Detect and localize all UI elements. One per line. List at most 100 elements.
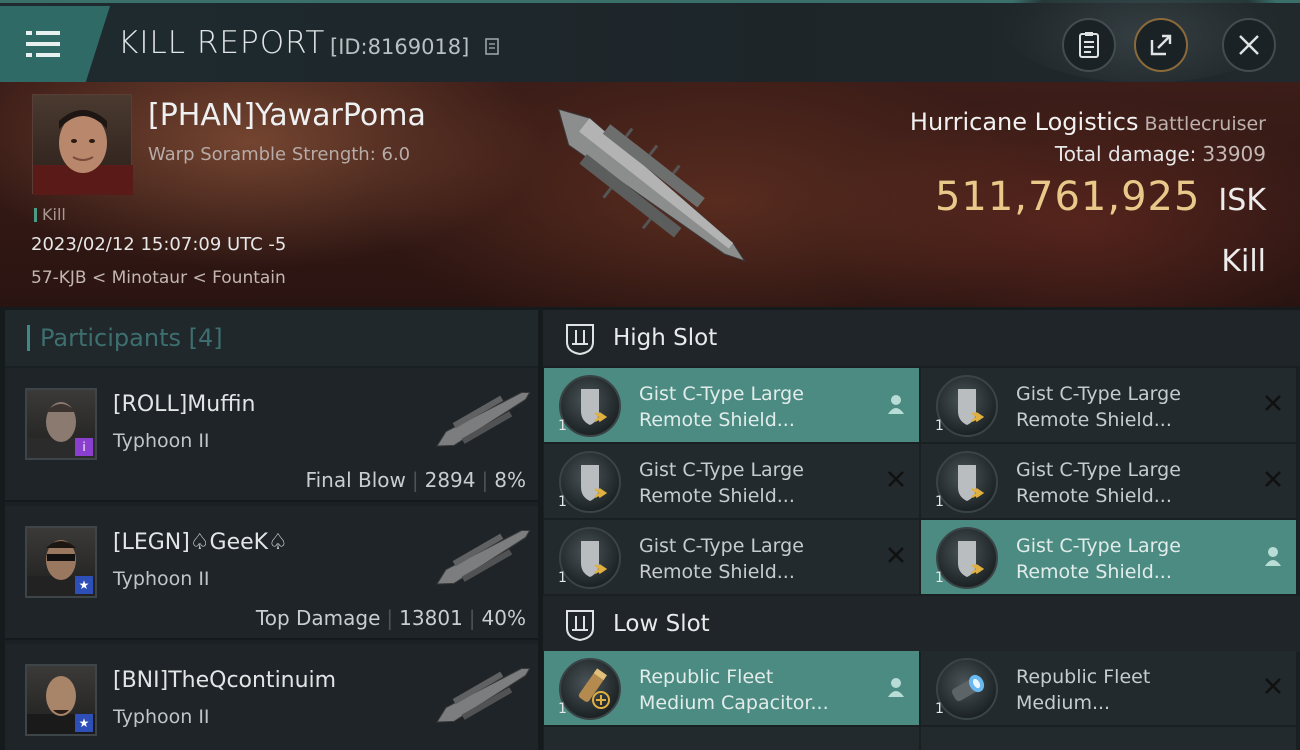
- copy-icon[interactable]: [484, 38, 500, 60]
- alliance-badge: i: [75, 438, 93, 456]
- total-damage-label: Total damage:: [1054, 142, 1197, 166]
- victim-avatar[interactable]: [32, 94, 133, 195]
- module-quantity: 1: [935, 418, 944, 434]
- participant-stats: Final Blow | 2894 | 8%: [305, 468, 526, 492]
- participant-ship-image: [436, 667, 531, 723]
- participant-ship: Typhoon II: [113, 430, 210, 452]
- dropped-user-icon: [888, 678, 904, 697]
- participant-name: [ROLL]Muffin: [113, 392, 256, 417]
- module-item[interactable]: [544, 727, 919, 750]
- participant-avatar: i: [25, 388, 97, 460]
- alliance-badge: ★: [75, 714, 93, 732]
- module-item[interactable]: 1 Gist C-Type Large Remote Shield...: [544, 368, 919, 442]
- share-button[interactable]: [1134, 18, 1188, 72]
- module-item[interactable]: 1 Gist C-Type Large Remote Shield...: [921, 520, 1296, 594]
- share-icon: [1150, 34, 1172, 56]
- clipboard-button[interactable]: [1062, 18, 1116, 72]
- participant-name: [BNI]TheQcontinuim: [113, 668, 337, 693]
- isk-value: 511,761,925 ISK: [935, 174, 1266, 220]
- destroyed-x-icon: [1265, 471, 1281, 487]
- module-item[interactable]: 1 Republic Fleet Medium Capacitor...: [544, 651, 919, 725]
- module-quantity: 1: [558, 570, 567, 586]
- shield-module-icon: [559, 451, 621, 513]
- high-slot-icon: [566, 324, 594, 356]
- participants-header: Participants [4]: [5, 310, 538, 366]
- low-slot-header: Low Slot: [543, 596, 1300, 652]
- victim-ship-image: [557, 108, 746, 262]
- close-button[interactable]: [1222, 18, 1276, 72]
- kill-location[interactable]: 57-KJB < Minotaur < Fountain: [31, 268, 286, 288]
- module-item[interactable]: [921, 727, 1296, 750]
- module-name: Gist C-Type Large Remote Shield...: [1016, 535, 1181, 583]
- module-name: Gist C-Type Large Remote Shield...: [639, 383, 804, 431]
- menu-icon: [26, 31, 60, 57]
- shield-module-icon: [936, 375, 998, 437]
- module-item[interactable]: 1 Gist C-Type Large Remote Shield...: [921, 368, 1296, 442]
- isk-amount: 511,761,925: [934, 174, 1201, 220]
- clipboard-icon: [1079, 32, 1099, 58]
- header-bar: KILL REPORT [ID:8169018]: [0, 0, 1300, 83]
- module-item[interactable]: 1 Republic Fleet Medium...: [921, 651, 1296, 725]
- participant-ship-image: [436, 391, 531, 447]
- destroyed-x-icon: [888, 547, 904, 563]
- shield-module-icon: [936, 527, 998, 589]
- fitting-panel: High Slot 1 Gist C-Type Large Remote Shie…: [543, 310, 1300, 750]
- warp-scramble-strength: Warp Soramble Strength: 6.0: [148, 144, 411, 165]
- module-quantity: 1: [935, 701, 944, 717]
- destroyed-x-icon: [1265, 395, 1281, 411]
- module-item[interactable]: 1 Gist C-Type Large Remote Shield...: [544, 444, 919, 518]
- total-damage: Total damage: 33909: [1055, 142, 1266, 166]
- victim-ship[interactable]: Hurricane Logistics Battlecruiser: [910, 108, 1266, 136]
- ship-class: Battlecruiser: [1144, 113, 1266, 135]
- participant-percent: 8%: [494, 468, 526, 492]
- participants-title: Participants [4]: [27, 324, 223, 352]
- participant-row[interactable]: i [ROLL]Muffin Typhoon II Final Blow | 289…: [5, 368, 538, 502]
- module-quantity: 1: [935, 570, 944, 586]
- isk-unit: ISK: [1218, 183, 1266, 218]
- participant-name: [LEGN]♤GeeK♤: [113, 530, 288, 555]
- participant-role: Top Damage: [255, 606, 381, 630]
- participant-ship-image: [436, 529, 531, 585]
- report-id: [ID:8169018]: [330, 35, 470, 59]
- module-item[interactable]: 1 Gist C-Type Large Remote Shield...: [544, 520, 919, 594]
- participant-damage: 2894: [424, 468, 476, 492]
- high-slot-title: High Slot: [613, 325, 718, 351]
- capacitor-module-icon: [936, 658, 998, 720]
- low-slot-icon: [566, 610, 594, 642]
- low-slot-title: Low Slot: [613, 611, 710, 637]
- shield-module-icon: [559, 527, 621, 589]
- destroyed-x-icon: [1265, 678, 1281, 694]
- dropped-user-icon: [1265, 547, 1281, 566]
- dropped-user-icon: [888, 395, 904, 414]
- shield-module-icon: [559, 375, 621, 437]
- participants-panel: Participants [4] i [ROLL]Muffin Typhoon …: [5, 310, 538, 750]
- participant-row[interactable]: ★ [BNI]TheQcontinuim Typhoon II: [5, 644, 538, 750]
- participant-percent: 40%: [481, 606, 526, 630]
- participants-count: [4]: [188, 324, 223, 352]
- participant-avatar: ★: [25, 664, 97, 736]
- close-icon: [1239, 35, 1259, 55]
- alliance-badge: ★: [75, 576, 93, 594]
- menu-button[interactable]: [0, 6, 110, 82]
- module-name: Gist C-Type Large Remote Shield...: [1016, 383, 1181, 431]
- module-item[interactable]: 1 Gist C-Type Large Remote Shield...: [921, 444, 1296, 518]
- participant-avatar: ★: [25, 526, 97, 598]
- page-title: KILL REPORT: [118, 25, 326, 61]
- victim-banner: [PHAN]YawarPoma Warp Soramble Strength: …: [0, 82, 1300, 307]
- total-damage-value: 33909: [1202, 142, 1266, 166]
- shield-module-icon: [936, 451, 998, 513]
- module-name: Gist C-Type Large Remote Shield...: [639, 535, 804, 583]
- participant-ship: Typhoon II: [113, 706, 210, 728]
- module-name: Gist C-Type Large Remote Shield...: [639, 459, 804, 507]
- participant-role: Final Blow: [305, 468, 406, 492]
- participant-row[interactable]: ★ [LEGN]♤GeeK♤ Typhoon II Top Damage | 138…: [5, 506, 538, 640]
- module-quantity: 1: [558, 418, 567, 434]
- module-name: Republic Fleet Medium Capacitor...: [639, 666, 829, 714]
- module-quantity: 1: [558, 701, 567, 717]
- kill-status: Kill: [1221, 244, 1266, 279]
- victim-name[interactable]: [PHAN]YawarPoma: [148, 98, 426, 133]
- participant-stats: Top Damage | 13801 | 40%: [255, 606, 526, 630]
- ship-name: Hurricane Logistics: [909, 108, 1139, 136]
- destroyed-x-icon: [888, 471, 904, 487]
- module-quantity: 1: [558, 494, 567, 510]
